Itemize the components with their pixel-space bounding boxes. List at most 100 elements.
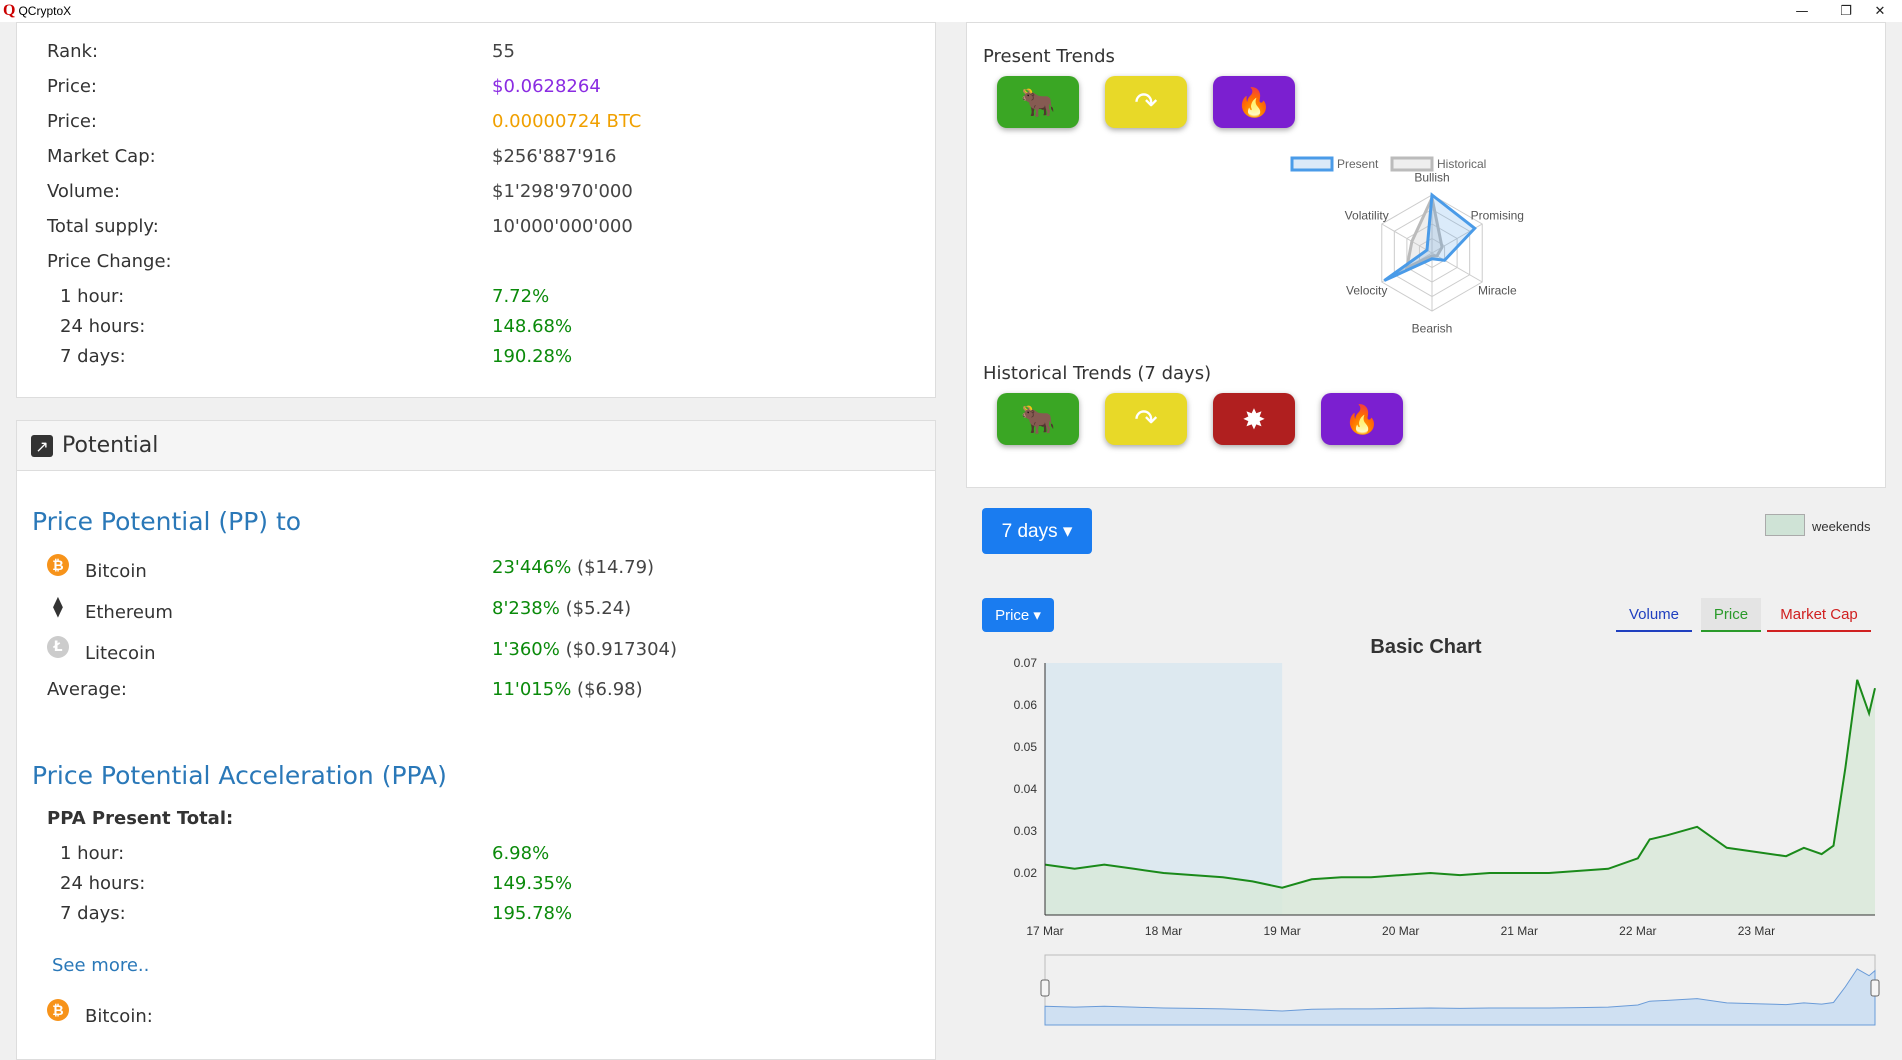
x-tick-label: 23 Mar: [1738, 924, 1775, 938]
historical-trends-title: Historical Trends (7 days): [983, 363, 1212, 384]
radar-present-series: [1383, 192, 1477, 282]
price-btc-value: 0.00000724 BTC: [492, 111, 642, 132]
price-usd-label: Price:: [47, 76, 97, 97]
x-tick-label: 19 Mar: [1263, 924, 1300, 938]
tab-volume[interactable]: Volume: [1616, 598, 1692, 632]
change-1h-value: 7.72%: [492, 286, 550, 307]
see-more-link[interactable]: See more..: [52, 955, 149, 976]
supply-label: Total supply:: [47, 216, 159, 237]
pp-coin-name: Bitcoin: [85, 561, 147, 582]
bitcoin-icon: ₿: [47, 999, 69, 1021]
radar-axis-label: Promising: [1471, 208, 1524, 222]
ppa-7d-value: 195.78%: [492, 903, 573, 924]
volume-value: $1'298'970'000: [492, 181, 633, 202]
market-cap-value: $256'887'916: [492, 146, 617, 167]
radar-legend: Present Historical: [1290, 156, 1486, 172]
bull-icon: 🐂: [997, 393, 1079, 445]
radar-axis-label: Bearish: [1412, 321, 1453, 335]
tab-price[interactable]: Price: [1701, 598, 1761, 632]
blue-flame-icon: 🔥: [1213, 76, 1295, 128]
pp-percent: 1'360%: [492, 639, 560, 660]
ppa-1h-value: 6.98%: [492, 843, 550, 864]
price-change-label: Price Change:: [47, 251, 172, 272]
change-7d-value: 190.28%: [492, 346, 573, 367]
change-1h-label: 1 hour:: [60, 286, 125, 307]
teal-flame-icon: 🔥: [1321, 393, 1403, 445]
rank-label: Rank:: [47, 41, 99, 62]
radar-axis-label: Volatility: [1345, 208, 1389, 222]
pp-coin-value-row: 8'238% ($5.24): [492, 598, 631, 619]
x-tick-label: 21 Mar: [1501, 924, 1538, 938]
pp-coin-value-row: 23'446% ($14.79): [492, 557, 654, 578]
ppa-1h-label: 1 hour:: [60, 843, 125, 864]
external-link-icon: ↗: [31, 435, 53, 457]
pp-coin-name: Ethereum: [85, 602, 173, 623]
ppa-24h-label: 24 hours:: [60, 873, 146, 894]
navigator-right-handle[interactable]: [1870, 979, 1880, 997]
supply-value: 10'000'000'000: [492, 216, 633, 237]
pp-usd: ($0.917304): [565, 639, 677, 660]
weekends-legend-label: weekends: [1812, 519, 1871, 534]
pp-coin-value-row: 1'360% ($0.917304): [492, 639, 677, 660]
change-24h-label: 24 hours:: [60, 316, 146, 337]
x-tick-label: 17 Mar: [1026, 924, 1063, 938]
y-tick-label: 0.04: [1014, 782, 1038, 796]
x-tick-label: 22 Mar: [1619, 924, 1656, 938]
average-value-row: 11'015% ($6.98): [492, 679, 643, 700]
average-usd: ($6.98): [577, 679, 643, 700]
pp-percent: 23'446%: [492, 557, 572, 578]
pp-usd: ($14.79): [577, 557, 655, 578]
bull-icon: 🐂: [997, 76, 1079, 128]
pp-heading: Price Potential (PP) to: [32, 507, 302, 536]
potential-panel: ↗ Potential Price Potential (PP) to ₿ Bi…: [16, 420, 936, 1060]
present-trends-title: Present Trends: [983, 46, 1115, 67]
ppa-heading: Price Potential Acceleration (PPA): [32, 761, 447, 790]
close-button[interactable]: ✕: [1858, 0, 1902, 22]
metric-dropdown-button[interactable]: Price ▾: [982, 598, 1054, 632]
pp-usd: ($5.24): [565, 598, 632, 619]
ppa-total-label: PPA Present Total:: [47, 808, 234, 829]
explosion-icon: ✸: [1213, 393, 1295, 445]
weekends-legend-swatch: [1765, 514, 1805, 536]
rank-value: 55: [492, 41, 515, 62]
price-chart[interactable]: 0.07 0.06 0.05 0.04 0.03 0.02 17 Mar 18 Mar 19 M…: [990, 655, 1890, 1039]
trend-radar-chart: Present HistoricalBullish Promising Miracle…: [1290, 156, 1524, 335]
y-tick-label: 0.02: [1014, 866, 1038, 880]
litecoin-icon: Ł: [47, 636, 69, 658]
coin-info-panel: Rank: 55 Price: $0.0628264 Price: 0.0000…: [16, 22, 936, 398]
y-tick-label: 0.03: [1014, 824, 1038, 838]
potential-panel-header: ↗ Potential: [17, 421, 935, 471]
navigator-left-handle[interactable]: [1040, 979, 1050, 997]
average-percent: 11'015%: [492, 679, 572, 700]
price-usd-value: $0.0628264: [492, 76, 601, 97]
title-bar: Q QCryptoX — ❐ ✕: [0, 0, 1902, 22]
x-tick-label: 18 Mar: [1145, 924, 1182, 938]
y-tick-label: 0.05: [1014, 740, 1038, 754]
legend-historical-label: Historical: [1437, 157, 1486, 171]
average-label: Average:: [47, 679, 127, 700]
radar-axis-label: Miracle: [1478, 284, 1517, 298]
y-tick-label: 0.06: [1014, 698, 1038, 712]
market-cap-label: Market Cap:: [47, 146, 156, 167]
bitcoin-bottom-label: Bitcoin:: [85, 1006, 153, 1027]
bitcoin-icon: ₿: [47, 554, 69, 576]
change-24h-value: 148.68%: [492, 316, 573, 337]
minimize-button[interactable]: —: [1780, 0, 1824, 22]
range-dropdown-button[interactable]: 7 days ▾: [982, 508, 1092, 554]
app-logo-icon: Q: [3, 2, 16, 19]
pp-percent: 8'238%: [492, 598, 560, 619]
price-btc-label: Price:: [47, 111, 97, 132]
potential-panel-title: Potential: [62, 433, 159, 458]
y-tick-label: 0.07: [1014, 656, 1038, 670]
window-title: QCryptoX: [18, 4, 72, 18]
x-tick-label: 20 Mar: [1382, 924, 1419, 938]
volume-label: Volume:: [47, 181, 121, 202]
tab-market-cap[interactable]: Market Cap: [1767, 598, 1871, 632]
legend-present-swatch: [1290, 156, 1334, 172]
ethereum-icon: ⧫: [53, 594, 63, 618]
ppa-24h-value: 149.35%: [492, 873, 573, 894]
radar-axis-label: Bullish: [1414, 171, 1449, 185]
change-7d-label: 7 days:: [60, 346, 126, 367]
curved-arrow-icon: ↷: [1105, 393, 1187, 445]
legend-present-label: Present: [1337, 157, 1379, 171]
